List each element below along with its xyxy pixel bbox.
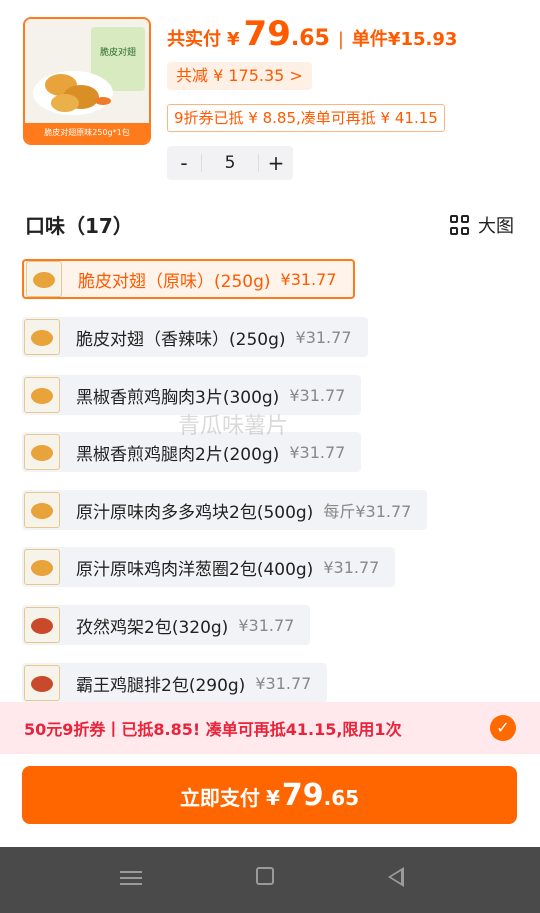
big-view-label: 大图 [478, 216, 514, 237]
quantity-stepper: - 5 + [167, 146, 293, 180]
product-image: 脆皮对翅 [25, 19, 149, 125]
system-nav-bar [0, 847, 540, 913]
checkmark-icon[interactable]: ✓ [490, 715, 516, 741]
flavor-name: 脆皮对翅（原味）(250g) [78, 271, 271, 292]
flavor-thumb [24, 607, 60, 643]
flavor-thumb [26, 261, 62, 297]
flavor-price: 每斤¥31.77 [323, 502, 412, 521]
package-label: 脆皮对翅 [100, 46, 136, 58]
discount-details-button[interactable]: 共减 ¥ 175.35 > [167, 62, 312, 90]
home-icon[interactable] [256, 867, 274, 885]
flavor-section-title: 口味（17） [25, 214, 133, 238]
flavor-price: ¥31.77 [289, 442, 346, 462]
watermark: 青瓜味薯片 [178, 414, 289, 439]
flavor-name: 原汁原味鸡肉洋葱圈2包(400g) [76, 559, 314, 580]
flavor-name: 孜然鸡架2包(320g) [76, 617, 229, 638]
pay-integer: 79 [281, 778, 324, 813]
menu-icon[interactable] [120, 867, 142, 887]
quantity-value[interactable]: 5 [201, 154, 259, 172]
flavor-thumb [24, 319, 60, 355]
checkout-sheet: 脆皮对翅 脆皮对翅原味250g*1包 共实付 ¥ 79 .65 | 单件 ¥15… [0, 0, 540, 913]
total-label: 共实付 [167, 29, 221, 50]
product-thumbnail[interactable]: 脆皮对翅 脆皮对翅原味250g*1包 [23, 17, 151, 145]
coupon-applied-tag: 9折券已抵 ¥ 8.85,凑单可再抵 ¥ 41.15 [167, 104, 445, 132]
unit-label: 单件 [351, 29, 388, 50]
flavor-thumb [24, 549, 60, 585]
coupon-bar[interactable]: 50元9折券丨已抵8.85! 凑单可再抵41.15,限用1次 ✓ [0, 702, 540, 754]
unit-price: ¥15.93 [387, 29, 458, 50]
flavor-thumb [24, 665, 60, 701]
flavor-option-1[interactable]: 脆皮对翅（香辣味）(250g) ¥31.77 [22, 317, 368, 357]
chicken-wings-illustration: 脆皮对翅 [25, 19, 149, 125]
flavor-thumb [24, 377, 60, 413]
increase-button[interactable]: + [259, 146, 293, 180]
big-view-toggle[interactable]: 大图 [450, 212, 514, 238]
flavor-name: 霸王鸡腿排2包(290g) [76, 675, 246, 696]
total-currency: ¥ [227, 29, 240, 50]
coupon-bar-text: 50元9折券丨已抵8.85! 凑单可再抵41.15,限用1次 [24, 720, 402, 739]
back-icon[interactable] [388, 867, 404, 887]
flavor-price: ¥31.77 [238, 615, 295, 635]
flavor-price: ¥31.77 [323, 557, 380, 577]
price-divider: | [337, 29, 344, 50]
pay-now-button[interactable]: 立即支付 ¥ 79 .65 [22, 766, 517, 824]
flavor-option-7[interactable]: 霸王鸡腿排2包(290g) ¥31.77 [22, 663, 328, 703]
product-caption: 脆皮对翅原味250g*1包 [25, 123, 149, 143]
flavor-option-6[interactable]: 孜然鸡架2包(320g) ¥31.77 [22, 605, 311, 645]
pay-label: 立即支付 [179, 786, 260, 810]
grid-icon [450, 215, 470, 235]
pay-decimal: .65 [323, 786, 360, 810]
flavor-option-0[interactable]: 脆皮对翅（原味）(250g) ¥31.77 [22, 259, 355, 299]
total-integer: 79 [243, 14, 291, 54]
flavor-thumb [24, 434, 60, 470]
flavor-name: 黑椒香煎鸡腿肉2片(200g) [76, 444, 280, 465]
flavor-price: ¥31.77 [295, 327, 352, 347]
flavor-price: ¥31.77 [255, 673, 312, 693]
flavor-option-4[interactable]: 原汁原味肉多多鸡块2包(500g) 每斤¥31.77 [22, 490, 428, 530]
flavor-option-5[interactable]: 原汁原味鸡肉洋葱圈2包(400g) ¥31.77 [22, 547, 396, 587]
flavor-thumb [24, 492, 60, 528]
total-decimal: .65 [290, 26, 330, 51]
flavor-price: ¥31.77 [289, 385, 346, 405]
flavor-price: ¥31.77 [280, 269, 337, 289]
flavor-name: 脆皮对翅（香辣味）(250g) [76, 329, 286, 350]
total-price-row: 共实付 ¥ 79 .65 | 单件 ¥15.93 [167, 14, 457, 60]
decrease-button[interactable]: - [167, 146, 201, 180]
flavor-name: 原汁原味肉多多鸡块2包(500g) [76, 502, 314, 523]
flavor-name: 黑椒香煎鸡胸肉3片(300g) [76, 387, 280, 408]
pay-currency: ¥ [265, 786, 280, 810]
